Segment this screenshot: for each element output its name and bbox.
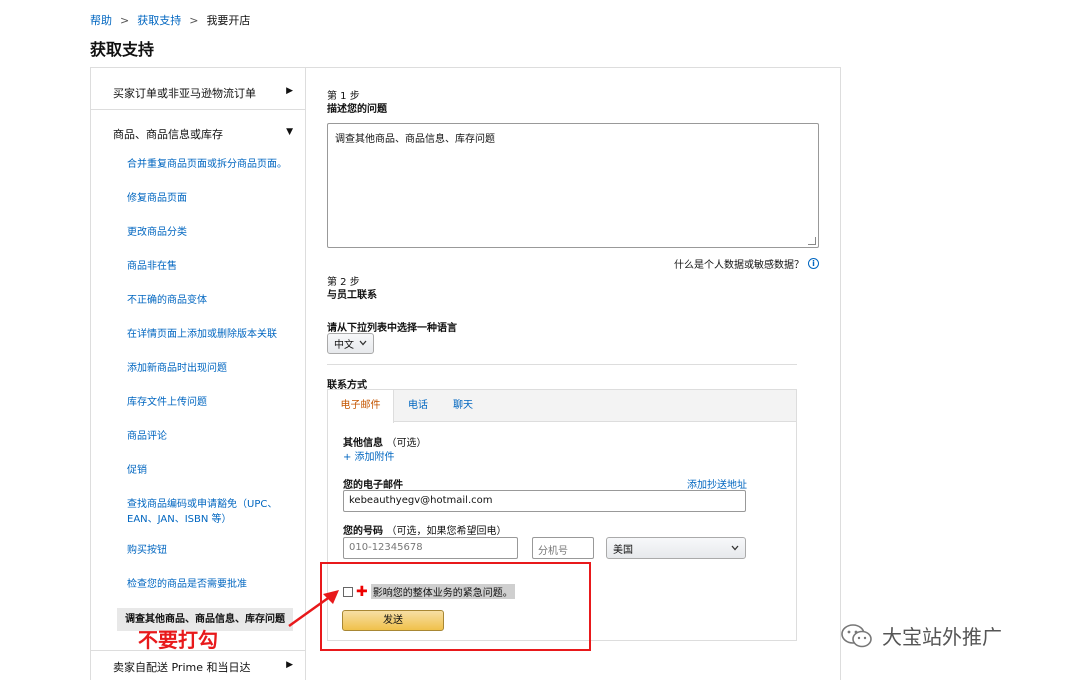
step1-label: 第 1 步 [327,91,360,102]
sidebar-item[interactable]: 促销 [127,463,292,478]
add-attachment-link[interactable]: + 添加附件 [343,448,395,463]
annotation-arrow-icon [288,590,339,628]
other-info-label: 其他信息 （可选） [343,434,426,449]
step1-title: 描述您的问题 [327,104,387,115]
breadcrumb-current: 我要开店 [206,14,251,27]
tab-phone[interactable]: 电话 [398,390,438,422]
annotation-text: 不要打勾 [138,628,218,652]
language-label: 请从下拉列表中选择一种语言 [327,323,457,334]
watermark: 大宝站外推广 [840,621,1002,650]
resize-handle-icon[interactable] [808,237,816,245]
breadcrumb-separator: > [120,13,130,27]
sidebar-item[interactable]: 商品非在售 [127,259,292,274]
info-icon[interactable]: i [808,258,819,269]
sidebar-item[interactable]: 在详情页面上添加或删除版本关联 [127,327,292,342]
phone-optional-text: （可选，如果您希望回电） [386,526,507,537]
extension-field[interactable]: 分机号 [532,537,594,559]
step2-header: 第 2 步 与员工联系 [327,276,377,302]
breadcrumb: 帮助 > 获取支持 > 我要开店 [90,12,250,28]
country-select[interactable]: 美国 [606,537,746,559]
divider [327,364,797,365]
page-title: 获取支持 [90,40,155,59]
sidebar-category-orders[interactable]: 买家订单或非亚马逊物流订单 [113,85,256,101]
chevron-down-icon [359,338,367,349]
chevron-down-icon [731,543,739,554]
step2-title: 与员工联系 [327,290,377,301]
contact-tabbar: 电子邮件 电话 聊天 [328,390,796,423]
step1-header: 第 1 步 描述您的问题 [327,90,387,116]
breadcrumb-separator: > [189,13,199,27]
phone-label: 您的号码 （可选，如果您希望回电） [343,522,506,537]
tab-email[interactable]: 电子邮件 [328,390,394,423]
sidebar-item[interactable]: 添加新商品时出现问题 [127,361,292,376]
breadcrumb-get-support[interactable]: 获取支持 [137,12,181,28]
sidebar-item[interactable]: 查找商品编码或申请豁免（UPC、EAN、JAN、ISBN 等） [127,497,292,527]
privacy-info-link[interactable]: 什么是个人数据或敏感数据？ i [674,256,819,271]
watermark-text: 大宝站外推广 [882,625,1002,649]
phone-field[interactable]: 010-12345678 [343,537,518,559]
privacy-link-text[interactable]: 什么是个人数据或敏感数据？ [674,256,804,271]
email-label: 您的电子邮件 [343,480,403,491]
expand-right-icon[interactable]: ▶ [286,86,293,96]
sidebar-item[interactable]: 检查您的商品是否需要批准 [127,577,292,592]
language-selected: 中文 [334,340,354,351]
email-field[interactable]: kebeauthyegv@hotmail.com [343,490,746,512]
sidebar-divider [91,109,306,110]
country-selected: 美国 [613,544,633,556]
sidebar-item[interactable]: 库存文件上传问题 [127,395,292,410]
expand-right-icon[interactable]: ▶ [286,660,293,670]
issue-description-textarea[interactable]: 调查其他商品、商品信息、库存问题 [327,123,819,248]
add-cc-link[interactable]: 添加抄送地址 [687,476,747,491]
sidebar-item[interactable]: 购买按钮 [127,543,292,558]
sidebar-item[interactable]: 商品评论 [127,429,292,444]
textarea-value: 调查其他商品、商品信息、库存问题 [335,134,495,145]
step2-label: 第 2 步 [327,277,360,288]
expand-down-icon[interactable]: ▼ [286,127,293,137]
annotation-highlight-box [320,562,591,651]
language-select[interactable]: 中文 [327,333,374,354]
wechat-icon [841,623,872,647]
sidebar-item[interactable]: 更改商品分类 [127,225,292,240]
sidebar-item[interactable]: 合并重复商品页面或拆分商品页面。 [127,157,292,172]
sidebar-category-prime[interactable]: 卖家自配送 Prime 和当日达 [113,659,251,675]
sidebar: 买家订单或非亚马逊物流订单 ▶ 商品、商品信息或库存 ▼ 合并重复商品页面或拆分… [91,68,306,680]
sidebar-item[interactable]: 不正确的商品变体 [127,293,292,308]
sidebar-category-products[interactable]: 商品、商品信息或库存 [113,126,223,142]
breadcrumb-help[interactable]: 帮助 [90,12,112,28]
sidebar-item[interactable]: 修复商品页面 [127,191,292,206]
tab-chat[interactable]: 聊天 [443,390,483,422]
phone-label-text: 您的号码 [343,526,383,537]
